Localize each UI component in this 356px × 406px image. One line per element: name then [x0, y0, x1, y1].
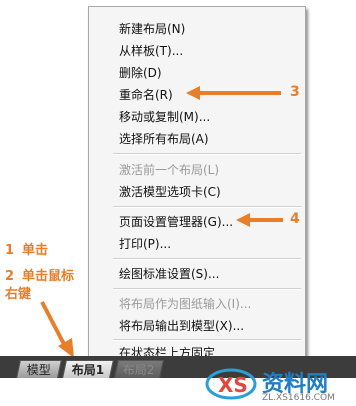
arrow-3-head	[186, 86, 200, 100]
menu-separator	[113, 153, 301, 155]
svg-text:XS: XS	[218, 373, 248, 397]
arrow-3-shaft	[199, 91, 281, 95]
menu-item-export-layout-to-model[interactable]: 将布局输出到模型(X)...	[119, 319, 244, 333]
step-2-text: 单击鼠标	[22, 269, 75, 284]
tab-layout1-label: 布局1	[71, 363, 104, 377]
menu-item-select-all-layouts[interactable]: 选择所有布局(A)	[119, 132, 209, 146]
arrow-to-layout-tab	[40, 301, 74, 358]
step-1-label: 1 单击	[5, 243, 48, 259]
menu-item-move-copy[interactable]: 移动或复制(M)...	[119, 110, 210, 124]
menu-separator	[113, 288, 301, 290]
menu-separator	[113, 339, 301, 341]
menu-item-print[interactable]: 打印(P)...	[119, 237, 171, 251]
menu-separator	[113, 206, 301, 208]
tab-model-label: 模型	[26, 363, 51, 377]
menu-item-page-setup-manager[interactable]: 页面设置管理器(G)...	[119, 215, 233, 229]
step-1-number: 1	[5, 243, 15, 258]
menu-item-delete[interactable]: 删除(D)	[119, 66, 162, 80]
tab-layout2-label: 布局2	[122, 363, 155, 377]
tab-model[interactable]: 模型	[16, 360, 62, 378]
annotation-number-4: 4	[290, 211, 300, 227]
menu-separator	[113, 258, 301, 260]
tab-layout1[interactable]: 布局1	[62, 360, 114, 378]
menu-item-rename[interactable]: 重命名(R)	[119, 88, 173, 102]
arrow-4-head	[236, 213, 250, 227]
menu-icon-gutter	[89, 7, 113, 361]
watermark-logo: XS	[205, 368, 257, 400]
layout-context-menu: 新建布局(N) 从样板(T)... 删除(D) 重命名(R) 移动或复制(M).…	[88, 6, 306, 362]
menu-item-activate-previous-layout: 激活前一个布局(L)	[119, 163, 220, 177]
menu-item-new-layout[interactable]: 新建布局(N)	[119, 22, 185, 36]
step-2-text-continued: 右键	[5, 287, 32, 302]
arrow-4-shaft	[249, 218, 283, 222]
menu-item-activate-model-tab[interactable]: 激活模型选项卡(C)	[119, 185, 221, 199]
step-1-text: 单击	[22, 243, 49, 258]
watermark-site: ZL.XS1616.COM	[262, 393, 335, 403]
step-2-label: 2 单击鼠标	[5, 269, 74, 285]
menu-item-drawing-standards[interactable]: 绘图标准设置(S)...	[119, 267, 219, 281]
step-2-number: 2	[5, 269, 15, 284]
menu-item-import-layout-as-sheet: 将布局作为图纸输入(I)...	[119, 297, 252, 311]
menu-item-from-template[interactable]: 从样板(T)...	[119, 44, 183, 58]
annotation-number-3: 3	[290, 84, 300, 100]
tab-layout2[interactable]: 布局2	[114, 360, 164, 378]
